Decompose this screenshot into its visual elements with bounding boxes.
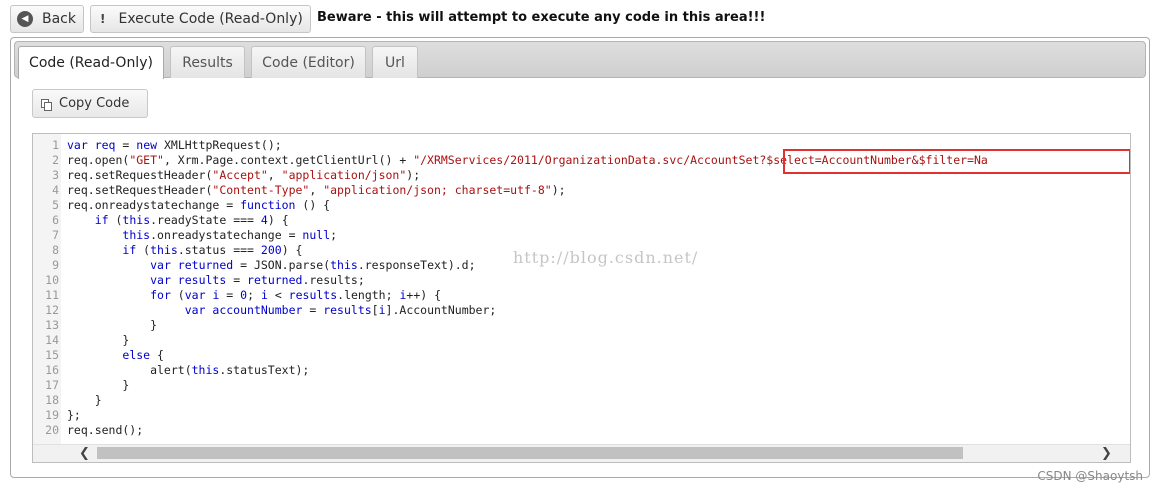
code-text: if (this.status === 200) { [122,243,303,257]
code-line: 17 } [33,378,988,393]
code-text: this.onreadystatechange = null; [122,228,338,242]
tab-results[interactable]: Results [170,46,245,78]
scroll-right-icon[interactable]: ❯ [1101,445,1112,462]
code-text: else { [122,348,164,362]
execute-code-label: Execute Code (Read-Only) [118,11,303,27]
code-text: } [67,318,158,332]
code-line: 4 req.setRequestHeader("Content-Type", "a… [33,183,988,198]
code-line: 20 req.send(); [33,423,988,438]
copy-icon [41,98,52,111]
code-text: if (this.readyState === 4) { [94,213,289,227]
code-line: 16 alert(this.statusText); [33,363,988,378]
line-number: 9 [52,258,59,272]
line-number: 5 [52,198,59,212]
line-number: 7 [52,228,59,242]
line-number: 10 [45,273,59,287]
code-line: 13 } [33,318,988,333]
code-text: req.onreadystatechange = function () { [67,198,331,212]
line-number: 6 [52,213,59,227]
code-text: var returned = JSON.parse(this.responseT… [150,258,476,272]
highlight-box [783,149,1130,174]
code-line: 19}; [33,408,988,423]
watermark: http://blog.csdn.net/ [513,248,699,267]
back-arrow-icon: ◀ [17,11,33,27]
tab-label: Url [385,54,405,71]
code-text: var accountNumber = results[i].AccountNu… [184,303,497,317]
code-text: for (var i = 0; i < results.length; i++)… [150,288,442,302]
credit-text: CSDN @Shaoytsh [1037,469,1143,483]
code-text: req.setRequestHeader("Content-Type", "ap… [67,183,566,197]
code-text: req.setRequestHeader("Accept", "applicat… [67,168,421,182]
line-number: 15 [45,348,59,362]
line-number: 16 [45,363,59,377]
code-text: } [67,378,130,392]
copy-code-label: Copy Code [59,96,130,111]
code-line: 18 } [33,393,988,408]
code-text: } [67,333,130,347]
tab-label: Code (Editor) [262,54,355,71]
line-number: 13 [45,318,59,332]
tab-label: Results [182,54,233,71]
code-line: 7 this.onreadystatechange = null; [33,228,988,243]
line-number: 8 [52,243,59,257]
tab-code-read-only[interactable]: Code (Read-Only) [18,46,164,79]
tab-code-editor[interactable]: Code (Editor) [251,46,366,78]
execute-code-button[interactable]: ! Execute Code (Read-Only) [90,5,311,33]
horizontal-scrollbar[interactable]: ❮ ❯ [33,444,1130,462]
line-number: 3 [52,168,59,182]
code-line: 10 var results = returned.results; [33,273,988,288]
code-line: 12 var accountNumber = results[i].Accoun… [33,303,988,318]
code-line: 11 for (var i = 0; i < results.length; i… [33,288,988,303]
scroll-thumb[interactable] [97,447,963,459]
line-number: 17 [45,378,59,392]
code-text: } [67,393,102,407]
tab-label: Code (Read-Only) [29,55,153,71]
line-number: 18 [45,393,59,407]
scroll-left-icon[interactable]: ❮ [79,445,90,462]
code-line: 8 if (this.status === 200) { [33,243,988,258]
code-line: 14 } [33,333,988,348]
line-number: 19 [45,408,59,422]
line-number: 14 [45,333,59,347]
line-number: 2 [52,153,59,167]
code-lines: 1 var req = new XMLHttpRequest(); 2 req.ope… [33,138,988,438]
back-button[interactable]: ◀ Back [10,5,84,33]
code-editor[interactable]: 1 var req = new XMLHttpRequest(); 2 req.ope… [32,133,1131,463]
tab-bar: Code (Read-Only) Results Code (Editor) U… [14,41,1146,79]
code-text: req.send(); [67,423,144,437]
code-line: 15 else { [33,348,988,363]
line-number: 11 [45,288,59,302]
copy-code-button[interactable]: Copy Code [32,89,148,118]
line-number: 1 [52,138,59,152]
line-number: 20 [45,423,59,437]
line-number: 4 [52,183,59,197]
code-text: var results = returned.results; [150,273,365,287]
code-panel: Code (Read-Only) Results Code (Editor) U… [10,37,1150,478]
code-line: 9 var returned = JSON.parse(this.respons… [33,258,988,273]
code-line: 5 req.onreadystatechange = function () { [33,198,988,213]
warning-text: Beware - this will attempt to execute an… [317,10,766,25]
exclamation-icon: ! [100,12,106,26]
line-number: 12 [45,303,59,317]
back-button-label: Back [42,11,76,27]
tab-url[interactable]: Url [372,46,418,78]
code-line: 6 if (this.readyState === 4) { [33,213,988,228]
code-text: var req = new XMLHttpRequest(); [67,138,282,152]
code-text: }; [67,408,81,422]
code-text: alert(this.statusText); [67,363,310,377]
